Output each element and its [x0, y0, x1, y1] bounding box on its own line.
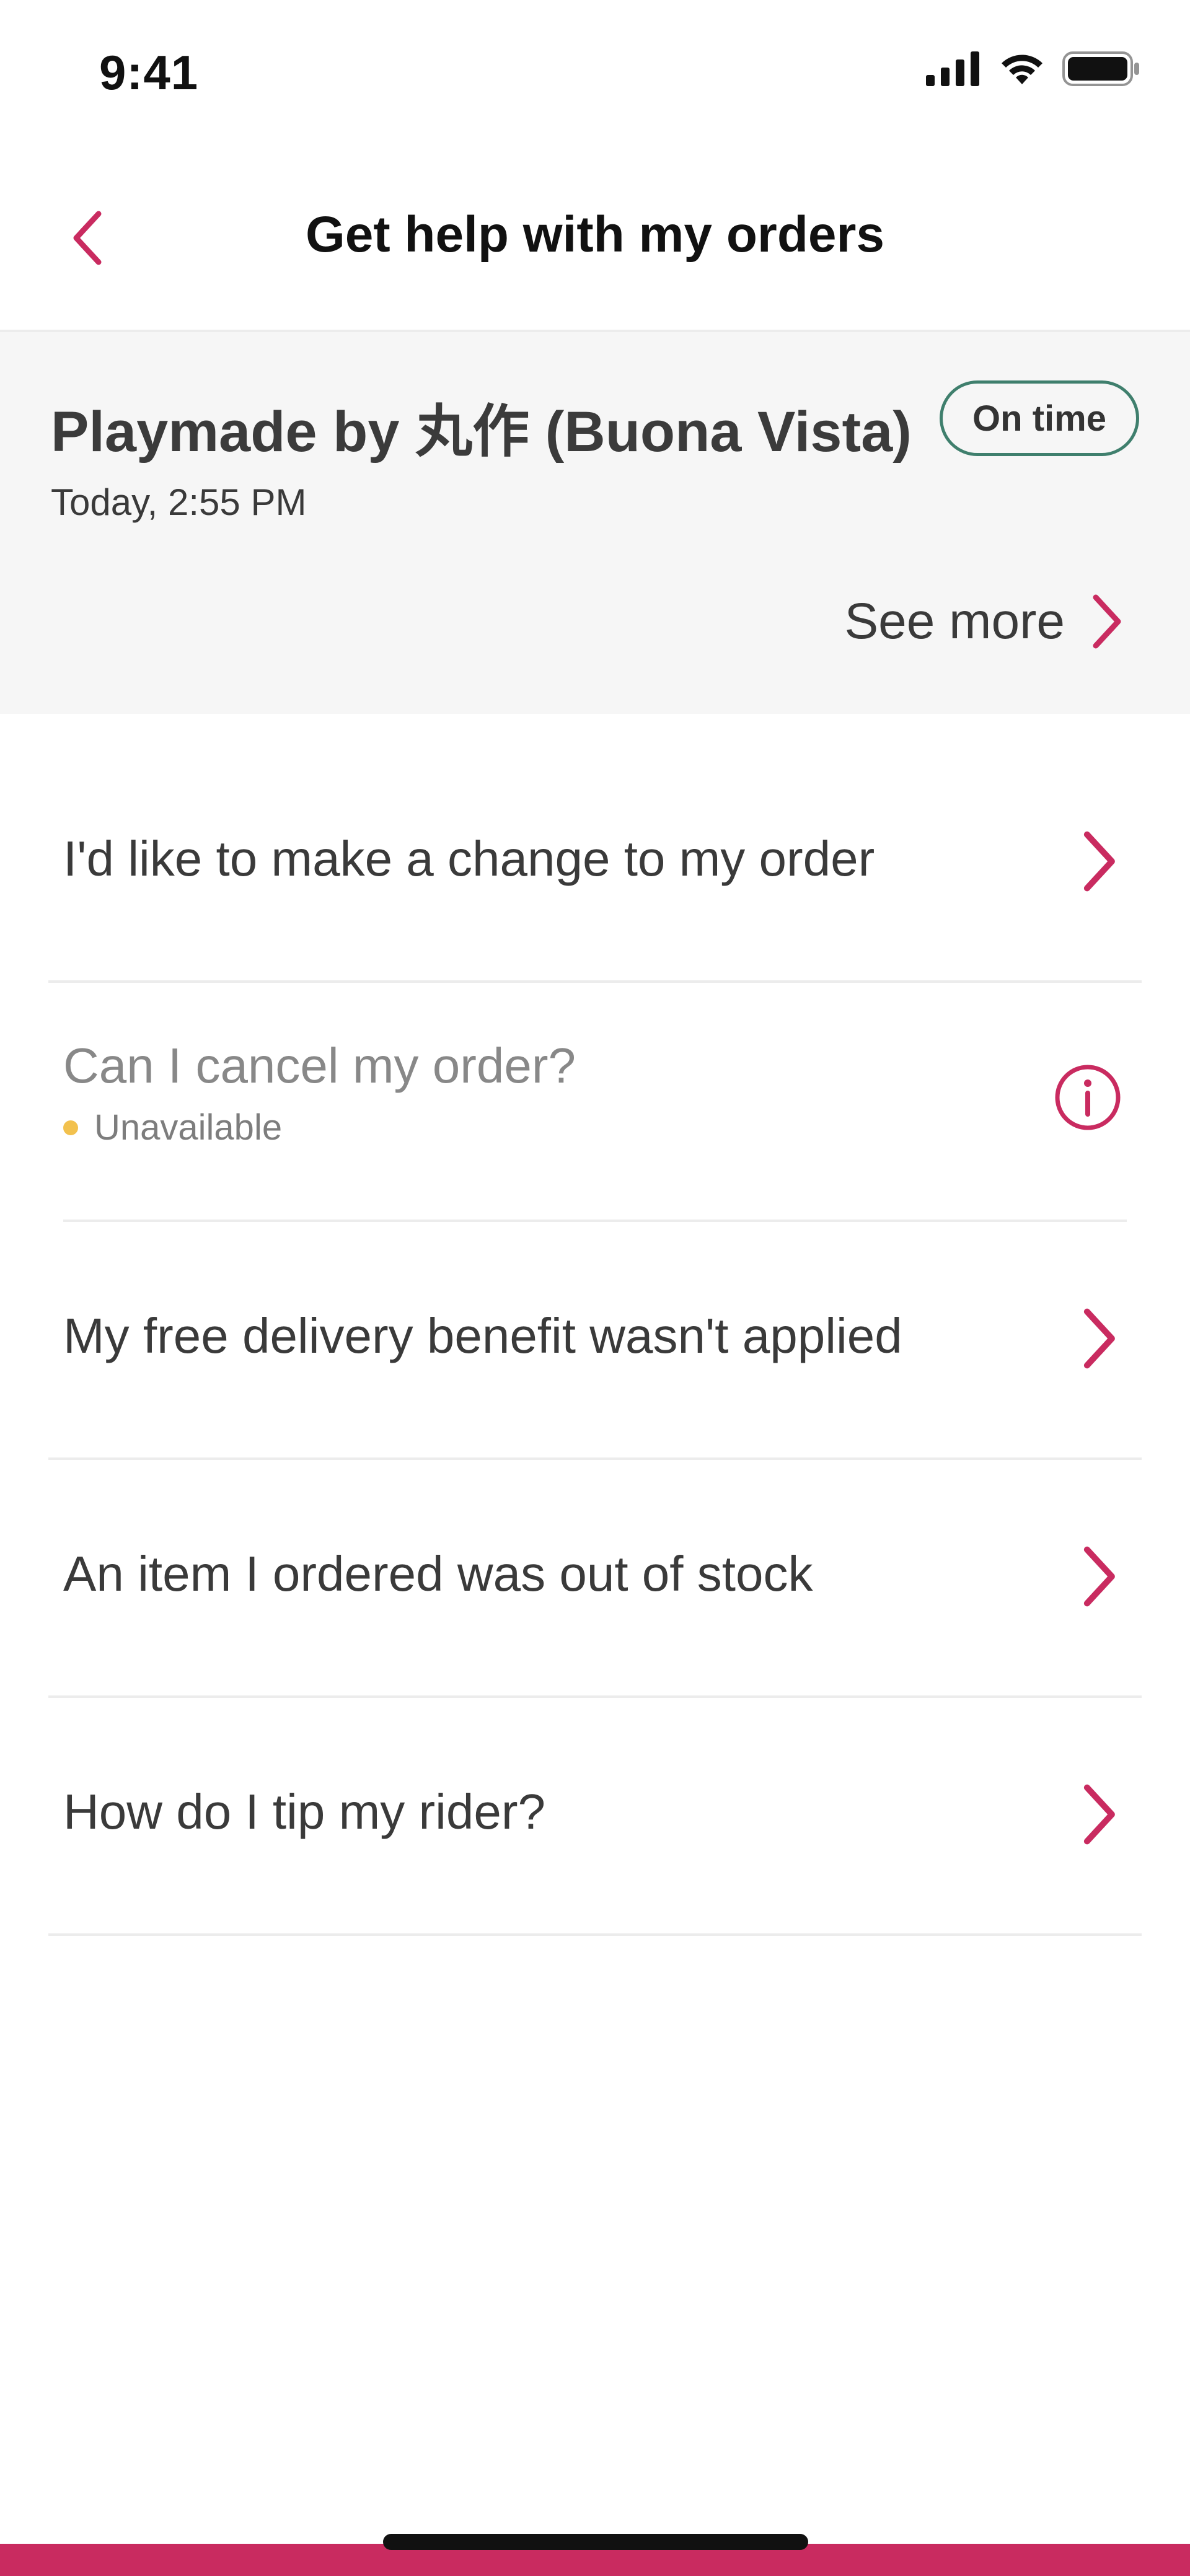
- help-item-cancel-order[interactable]: Can I cancel my order? Unavailable: [0, 983, 1190, 1222]
- divider: [48, 1933, 1142, 1936]
- home-indicator[interactable]: [383, 2534, 808, 2550]
- help-item-tip-rider[interactable]: How do I tip my rider?: [0, 1698, 1190, 1936]
- chevron-right-icon: [1083, 1308, 1115, 1369]
- order-time: Today, 2:55 PM: [51, 481, 307, 523]
- status-dot: [63, 1120, 78, 1135]
- status-time: 9:41: [99, 45, 199, 100]
- battery-icon: [1062, 51, 1139, 86]
- status-icons: [926, 51, 1140, 87]
- help-item-free-delivery[interactable]: My free delivery benefit wasn't applied: [0, 1222, 1190, 1460]
- wifi-icon: [1002, 55, 1042, 84]
- help-item-label: My free delivery benefit wasn't applied: [63, 1308, 902, 1363]
- help-item-label: An item I ordered was out of stock: [63, 1546, 813, 1601]
- help-item-label: How do I tip my rider?: [63, 1784, 546, 1839]
- order-summary-card: Playmade by 丸作 (Buona Vista) On time Tod…: [0, 332, 1190, 714]
- see-more-link[interactable]: See more: [844, 592, 1123, 651]
- chevron-right-icon: [1093, 594, 1121, 649]
- chevron-right-icon: [1083, 1546, 1115, 1607]
- page-title: Get help with my orders: [305, 206, 885, 263]
- help-item-change-order[interactable]: I'd like to make a change to my order: [0, 714, 1190, 983]
- signal-icon: [926, 51, 979, 86]
- restaurant-name: Playmade by 丸作 (Buona Vista): [51, 400, 912, 464]
- unavailable-status: Unavailable: [63, 1107, 282, 1148]
- help-item-label: I'd like to make a change to my order: [63, 831, 875, 886]
- chevron-right-icon: [1083, 831, 1115, 892]
- chevron-right-icon: [1083, 1784, 1115, 1845]
- status-bar: 9:41: [0, 0, 1190, 145]
- nav-bar: Get help with my orders: [0, 145, 1190, 332]
- status-badge: On time: [940, 380, 1139, 456]
- help-item-label: Can I cancel my order?: [63, 1038, 576, 1093]
- unavailable-label: Unavailable: [94, 1107, 283, 1148]
- info-icon[interactable]: [1054, 1063, 1122, 1132]
- help-item-out-of-stock[interactable]: An item I ordered was out of stock: [0, 1460, 1190, 1698]
- see-more-label: See more: [844, 593, 1065, 649]
